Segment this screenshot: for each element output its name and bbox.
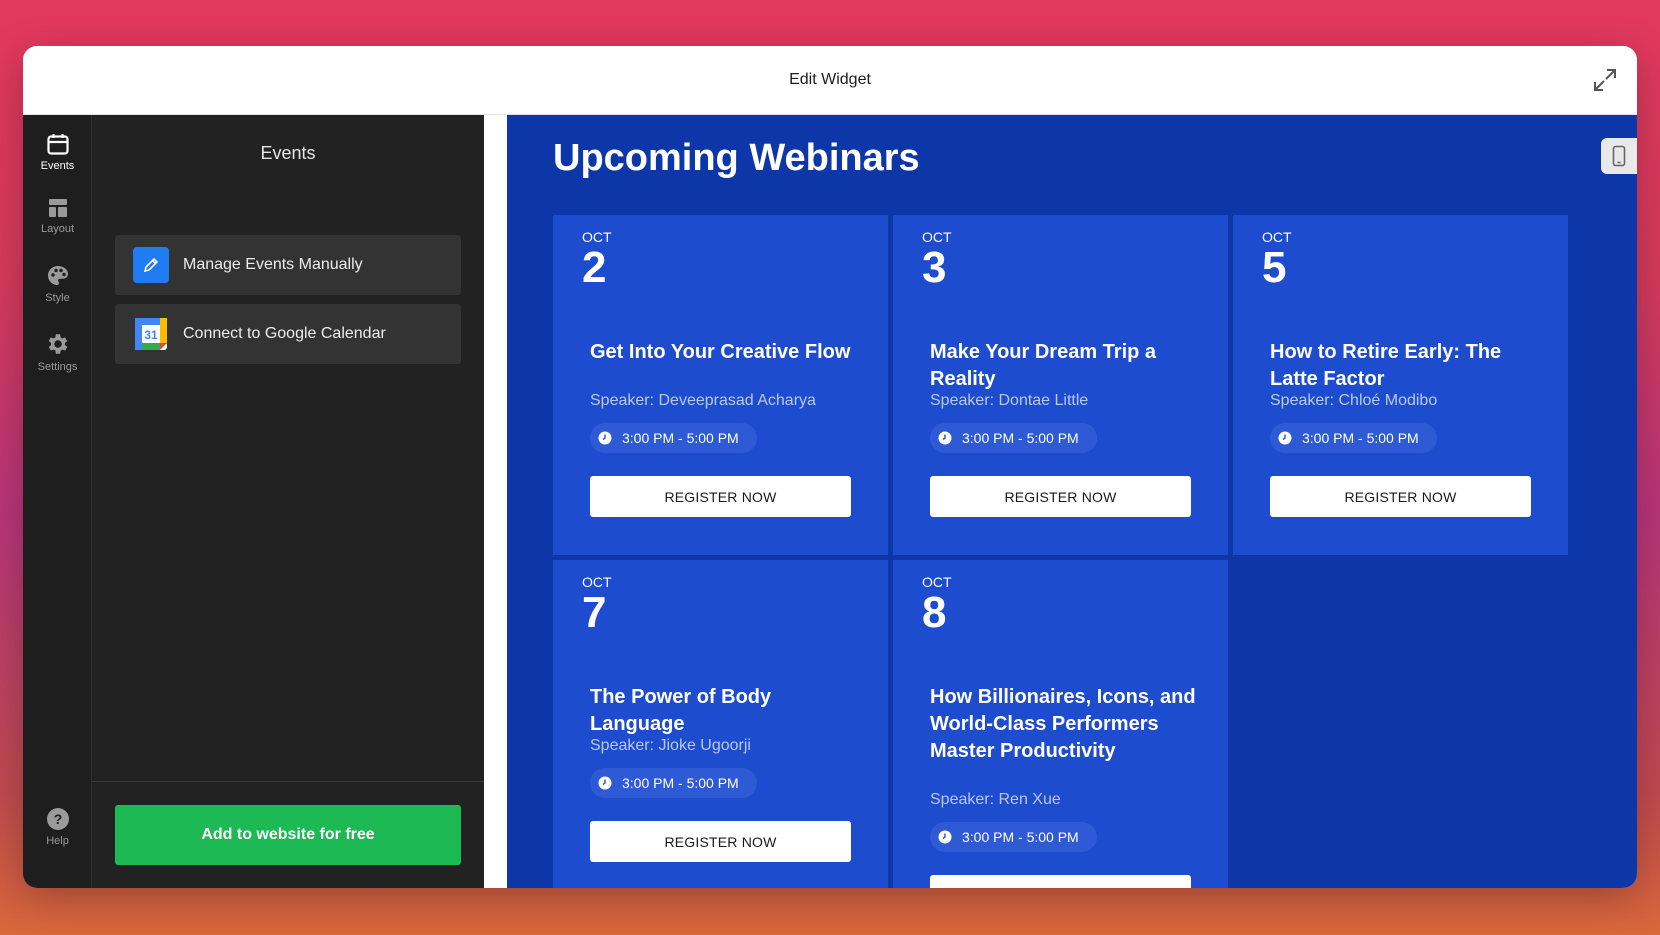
event-time: 3:00 PM - 5:00 PM (590, 423, 757, 453)
event-card: OCT 7 The Power of Body Language Speaker… (553, 560, 888, 888)
rail-item-layout[interactable]: Layout (23, 187, 92, 245)
event-time: 3:00 PM - 5:00 PM (930, 822, 1097, 852)
divider (484, 115, 507, 888)
event-title: The Power of Body Language (590, 686, 772, 735)
event-day: 7 (582, 588, 607, 637)
google-calendar-icon-text: 31 (144, 328, 158, 342)
event-speaker: Speaker: Ren Xue (930, 791, 1061, 808)
rail-label-settings: Settings (37, 361, 78, 373)
rail-label-layout: Layout (40, 223, 75, 235)
nav-rail: Events Layout Style Settings ? Help (23, 115, 92, 888)
svg-text:?: ? (53, 811, 62, 827)
register-now-button[interactable]: REGISTER NOW (1270, 476, 1531, 517)
manage-events-manually-button[interactable]: Manage Events Manually (115, 235, 461, 295)
manage-events-label: Manage Events Manually (183, 256, 363, 273)
preview-title: Upcoming Webinars (553, 137, 920, 179)
event-day: 5 (1262, 243, 1287, 292)
event-time: 3:00 PM - 5:00 PM (930, 423, 1097, 453)
help-icon: ? (46, 808, 69, 830)
register-now-button[interactable]: REGISTER NOW (930, 476, 1191, 517)
title-bar: Edit Widget (23, 46, 1637, 115)
event-card: OCT 3 Make Your Dream Trip a Reality Spe… (893, 215, 1228, 555)
event-card: OCT 5 How to Retire Early: The Latte Fac… (1233, 215, 1568, 555)
clock-icon (598, 431, 612, 445)
event-time: 3:00 PM - 5:00 PM (1270, 423, 1437, 453)
palette-icon (47, 266, 68, 285)
clock-icon (938, 431, 952, 445)
rail-item-style[interactable]: Style (23, 255, 92, 313)
calendar-icon (46, 134, 69, 155)
layout-icon (48, 199, 67, 217)
expand-icon (1594, 69, 1616, 91)
event-day: 8 (922, 588, 947, 637)
event-card: OCT 8 How Billionaires, Icons, and World… (893, 560, 1228, 888)
panel-footer: Add to website for free (92, 781, 484, 888)
register-now-button[interactable]: REGISTER NOW (590, 476, 851, 517)
clock-icon (1278, 431, 1292, 445)
google-calendar-icon: 31 (133, 316, 169, 352)
event-speaker: Speaker: Chloé Modibo (1270, 392, 1438, 409)
rail-label-events: Events (40, 160, 75, 172)
clock-icon (938, 830, 952, 844)
rail-item-help[interactable]: ? Help (23, 798, 92, 856)
widget-preview: Upcoming Webinars OCT 2 Get Into Your Cr… (507, 115, 1637, 888)
panel-title: Events (260, 143, 316, 163)
event-time: 3:00 PM - 5:00 PM (590, 768, 757, 798)
register-now-button[interactable]: REGISTER NOW (930, 875, 1191, 888)
event-title: Get Into Your Creative Flow (590, 341, 851, 363)
event-title: Make Your Dream Trip a Reality (930, 341, 1157, 390)
event-title: How to Retire Early: The Latte Factor (1270, 341, 1502, 390)
expand-button[interactable] (1591, 66, 1619, 94)
rail-label-help: Help (46, 835, 69, 847)
add-to-website-button[interactable]: Add to website for free (115, 805, 461, 865)
event-time-label: 3:00 PM - 5:00 PM (962, 430, 1079, 446)
events-panel: Events Manage Events Manually 31 Connect… (92, 115, 484, 888)
pencil-icon (133, 247, 169, 283)
event-speaker: Speaker: Jioke Ugoorji (590, 737, 751, 754)
event-speaker: Speaker: Deveeprasad Acharya (590, 392, 816, 409)
event-day: 2 (582, 243, 607, 292)
window-title: Edit Widget (789, 71, 871, 88)
event-day: 3 (922, 243, 947, 292)
mobile-preview-toggle[interactable] (1601, 138, 1637, 174)
event-title: How Billionaires, Icons, and World-Class… (930, 686, 1196, 762)
event-speaker: Speaker: Dontae Little (930, 392, 1089, 409)
gear-icon (48, 334, 67, 354)
register-now-button[interactable]: REGISTER NOW (590, 821, 851, 862)
connect-google-calendar-label: Connect to Google Calendar (183, 325, 386, 342)
rail-item-settings[interactable]: Settings (23, 323, 92, 381)
event-time-label: 3:00 PM - 5:00 PM (1302, 430, 1419, 446)
clock-icon (598, 776, 612, 790)
connect-google-calendar-button[interactable]: 31 Connect to Google Calendar (115, 304, 461, 364)
event-time-label: 3:00 PM - 5:00 PM (622, 775, 739, 791)
rail-item-events[interactable]: Events (23, 123, 92, 181)
event-card: OCT 2 Get Into Your Creative Flow Speake… (553, 215, 888, 555)
editor-window: Edit Widget Events Layout Style Settings… (23, 46, 1637, 888)
event-time-label: 3:00 PM - 5:00 PM (962, 829, 1079, 845)
event-time-label: 3:00 PM - 5:00 PM (622, 430, 739, 446)
rail-label-style: Style (45, 292, 70, 304)
phone-icon (1612, 145, 1626, 167)
